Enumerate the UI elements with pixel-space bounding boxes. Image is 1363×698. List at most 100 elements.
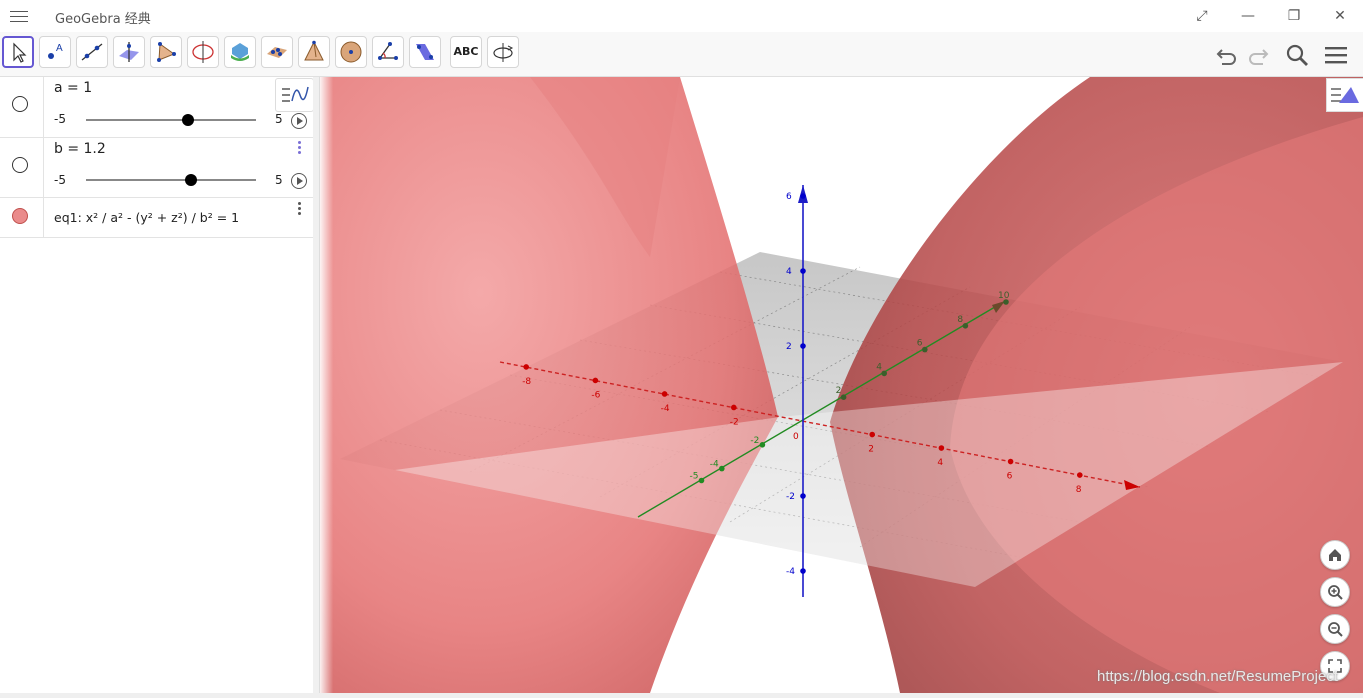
play-animation-b-icon[interactable] bbox=[291, 173, 307, 189]
slider-a-track[interactable] bbox=[86, 119, 256, 121]
watermark: https://blog.csdn.net/ResumeProject bbox=[1097, 668, 1338, 685]
scene-svg: -8 -6 -4 -2 2 4 6 8 0 -5 -4 -2 2 4 6 8 10 6 4 2 -2 -4 bbox=[320, 77, 1363, 693]
y-axis--5-tick-label: -5 bbox=[690, 472, 699, 482]
visibility-toggle-eq1[interactable] bbox=[12, 208, 28, 224]
reflect-tool-icon[interactable] bbox=[409, 36, 441, 68]
algebra-item-a[interactable]: a = 1 -5 5 bbox=[0, 77, 313, 138]
slider-a-min: -5 bbox=[54, 112, 66, 126]
algebra-style-bar-toggle[interactable] bbox=[275, 78, 314, 112]
text-tool[interactable]: ABC bbox=[450, 36, 482, 68]
x-axis--4-tick bbox=[661, 391, 668, 397]
circle-axis-tool-icon[interactable] bbox=[187, 36, 219, 68]
minimize-button[interactable]: — bbox=[1237, 6, 1259, 26]
svg-text:A: A bbox=[56, 43, 63, 54]
x-axis-6-tick bbox=[1007, 458, 1014, 465]
y-axis--2-tick bbox=[759, 442, 766, 448]
title-bar: GeoGebra 经典 ⤢ — ❐ ✕ bbox=[0, 0, 1363, 32]
redo-icon[interactable] bbox=[1245, 42, 1271, 68]
left-fade bbox=[320, 77, 430, 693]
graphics-3d-view[interactable]: -8 -6 -4 -2 2 4 6 8 0 -5 -4 -2 2 4 6 8 10 6 4 2 -2 -4 bbox=[320, 77, 1363, 693]
x-axis-4-tick-label: 4 bbox=[937, 458, 943, 468]
visibility-toggle-b[interactable] bbox=[12, 157, 28, 173]
x-axis--8-tick-label: -8 bbox=[522, 377, 531, 387]
style-bar-3d-icon bbox=[1331, 87, 1359, 103]
origin-label: 0 bbox=[793, 432, 799, 442]
y-axis--4-tick-label: -4 bbox=[710, 460, 719, 470]
slider-b-knob[interactable] bbox=[185, 174, 198, 186]
y-axis-2-tick-label: 2 bbox=[836, 386, 842, 396]
intersect-surfaces-tool-icon[interactable] bbox=[224, 36, 256, 68]
algebra-item-b[interactable]: b = 1.2 -5 5 bbox=[0, 137, 313, 198]
row-separator bbox=[43, 77, 44, 137]
slider-a-knob[interactable] bbox=[182, 114, 194, 126]
visibility-toggle-a[interactable] bbox=[12, 96, 28, 112]
x-axis--4-tick-label: -4 bbox=[661, 404, 670, 414]
more-options-eq1-icon[interactable] bbox=[296, 202, 304, 218]
slider-b-max: 5 bbox=[275, 173, 283, 187]
y-axis--5-tick bbox=[698, 477, 705, 484]
search-icon[interactable] bbox=[1284, 42, 1310, 68]
y-axis-10-tick-label: 10 bbox=[998, 291, 1010, 301]
equation-eq1: eq1: x² / a² - (y² + z²) / b² = 1 bbox=[54, 210, 240, 225]
y-axis--2-tick-label: -2 bbox=[750, 436, 759, 446]
z-axis-4-tick bbox=[800, 268, 806, 274]
y-axis-8-tick-label: 8 bbox=[957, 315, 963, 325]
z-axis-6-tick bbox=[800, 193, 806, 199]
play-animation-a-icon[interactable] bbox=[291, 113, 307, 129]
point-tool-icon[interactable]: A bbox=[39, 36, 71, 68]
x-axis-2-tick bbox=[869, 431, 875, 438]
row-separator bbox=[43, 137, 44, 197]
status-bar bbox=[0, 693, 1363, 698]
y-axis--4-tick bbox=[719, 465, 725, 472]
x-axis--2-tick-label: -2 bbox=[730, 417, 739, 427]
x-axis--8-tick bbox=[523, 364, 529, 370]
z-axis-4-tick-label: 4 bbox=[786, 267, 792, 277]
z-axis--2-tick-label: -2 bbox=[786, 492, 795, 502]
y-axis-2-tick bbox=[840, 394, 847, 401]
home-icon[interactable] bbox=[1320, 540, 1350, 570]
x-axis-4-tick bbox=[938, 445, 945, 451]
x-axis--6-tick-label: -6 bbox=[591, 390, 600, 400]
style-bar-graph-icon bbox=[282, 86, 309, 102]
angle-tool-icon[interactable] bbox=[372, 36, 404, 68]
slider-b-label: b = 1.2 bbox=[54, 141, 106, 157]
panel-splitter[interactable] bbox=[313, 77, 320, 698]
line-tool-icon[interactable] bbox=[76, 36, 108, 68]
undo-icon[interactable] bbox=[1214, 42, 1240, 68]
text-tool-label: ABC bbox=[453, 45, 479, 58]
z-axis-6-tick-label: 6 bbox=[786, 192, 792, 202]
rotate-view-tool-icon[interactable] bbox=[487, 36, 519, 68]
zoom-out-icon[interactable] bbox=[1320, 614, 1350, 644]
x-axis-8-tick-label: 8 bbox=[1076, 485, 1082, 495]
main-menu-icon[interactable] bbox=[1323, 42, 1349, 68]
slider-b-track[interactable] bbox=[86, 179, 256, 181]
y-axis-4-tick bbox=[881, 370, 887, 377]
x-axis-2-tick-label: 2 bbox=[868, 445, 874, 455]
algebra-item-eq1[interactable]: eq1: x² / a² - (y² + z²) / b² = 1 bbox=[0, 197, 313, 238]
close-button[interactable]: ✕ bbox=[1329, 6, 1351, 26]
plane-tool-icon[interactable] bbox=[261, 36, 293, 68]
more-options-b-icon[interactable] bbox=[296, 141, 304, 157]
zoom-in-icon[interactable] bbox=[1320, 577, 1350, 607]
x-axis--2-tick bbox=[731, 404, 737, 411]
z-axis-2-tick-label: 2 bbox=[786, 342, 792, 352]
slider-b-min: -5 bbox=[54, 173, 66, 187]
graphics-style-bar-toggle[interactable] bbox=[1326, 78, 1363, 112]
perpendicular-line-tool-icon[interactable] bbox=[113, 36, 145, 68]
algebra-view: a = 1 -5 5 b = 1.2 -5 5 eq1: x² / a² - (… bbox=[0, 77, 314, 698]
hamburger-menu-icon[interactable] bbox=[10, 7, 28, 25]
z-axis--4-tick bbox=[800, 568, 806, 574]
app-title: GeoGebra 经典 bbox=[55, 12, 151, 27]
pyramid-tool-icon[interactable] bbox=[298, 36, 330, 68]
move-tool-icon[interactable] bbox=[2, 36, 34, 68]
y-axis-4-tick-label: 4 bbox=[876, 362, 882, 372]
z-axis-2-tick bbox=[800, 343, 806, 349]
restore-button[interactable]: ❐ bbox=[1283, 6, 1305, 26]
z-axis--2-tick bbox=[800, 493, 806, 499]
row-separator bbox=[43, 197, 44, 237]
x-axis-8-tick bbox=[1077, 472, 1083, 478]
sphere-tool-icon[interactable] bbox=[335, 36, 367, 68]
y-axis-6-tick bbox=[922, 346, 928, 353]
expand-icon[interactable]: ⤢ bbox=[1191, 6, 1213, 26]
polygon-tool-icon[interactable] bbox=[150, 36, 182, 68]
